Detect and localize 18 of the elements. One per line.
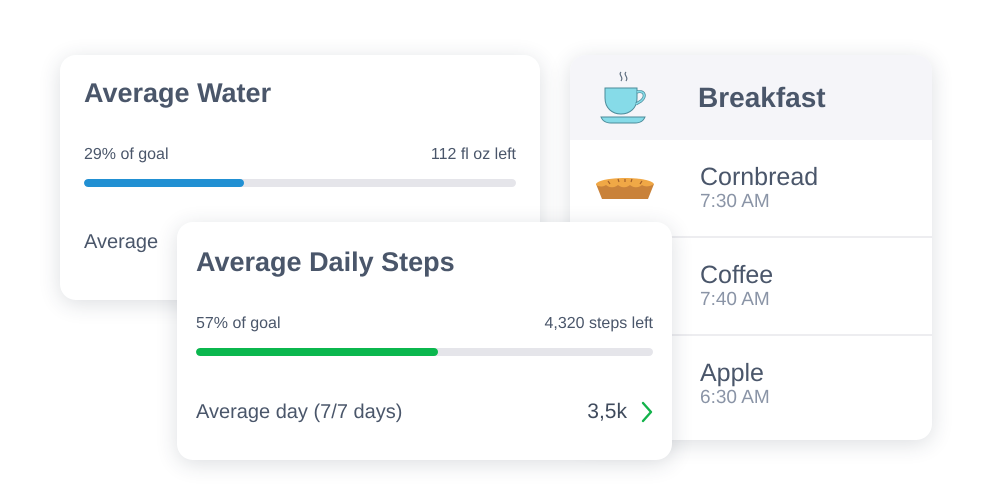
meal-time: 6:30 AM — [700, 387, 770, 409]
remaining-label: 4,320 steps left — [544, 314, 653, 334]
card-title: Average Daily Steps — [196, 246, 456, 278]
remaining-label: 112 fl oz left — [430, 145, 516, 165]
footer-label: Average — [84, 231, 158, 254]
chevron-right-icon[interactable] — [641, 401, 653, 423]
progress-label: 29% of goal — [84, 145, 169, 165]
progress-label: 57% of goal — [196, 314, 281, 334]
meal-time: 7:40 AM — [700, 289, 771, 311]
food-name: Cornbread — [700, 163, 818, 191]
meal-title: Breakfast — [698, 82, 826, 114]
footer-label: Average day (7/7 days) — [196, 400, 402, 424]
food-name: Apple — [700, 359, 765, 387]
food-name: Coffee — [700, 261, 774, 289]
pie-icon — [594, 175, 656, 201]
average-value: 3,5k — [587, 400, 627, 424]
card-title: Average Water — [84, 77, 272, 109]
meal-time: 7:30 AM — [700, 191, 771, 213]
